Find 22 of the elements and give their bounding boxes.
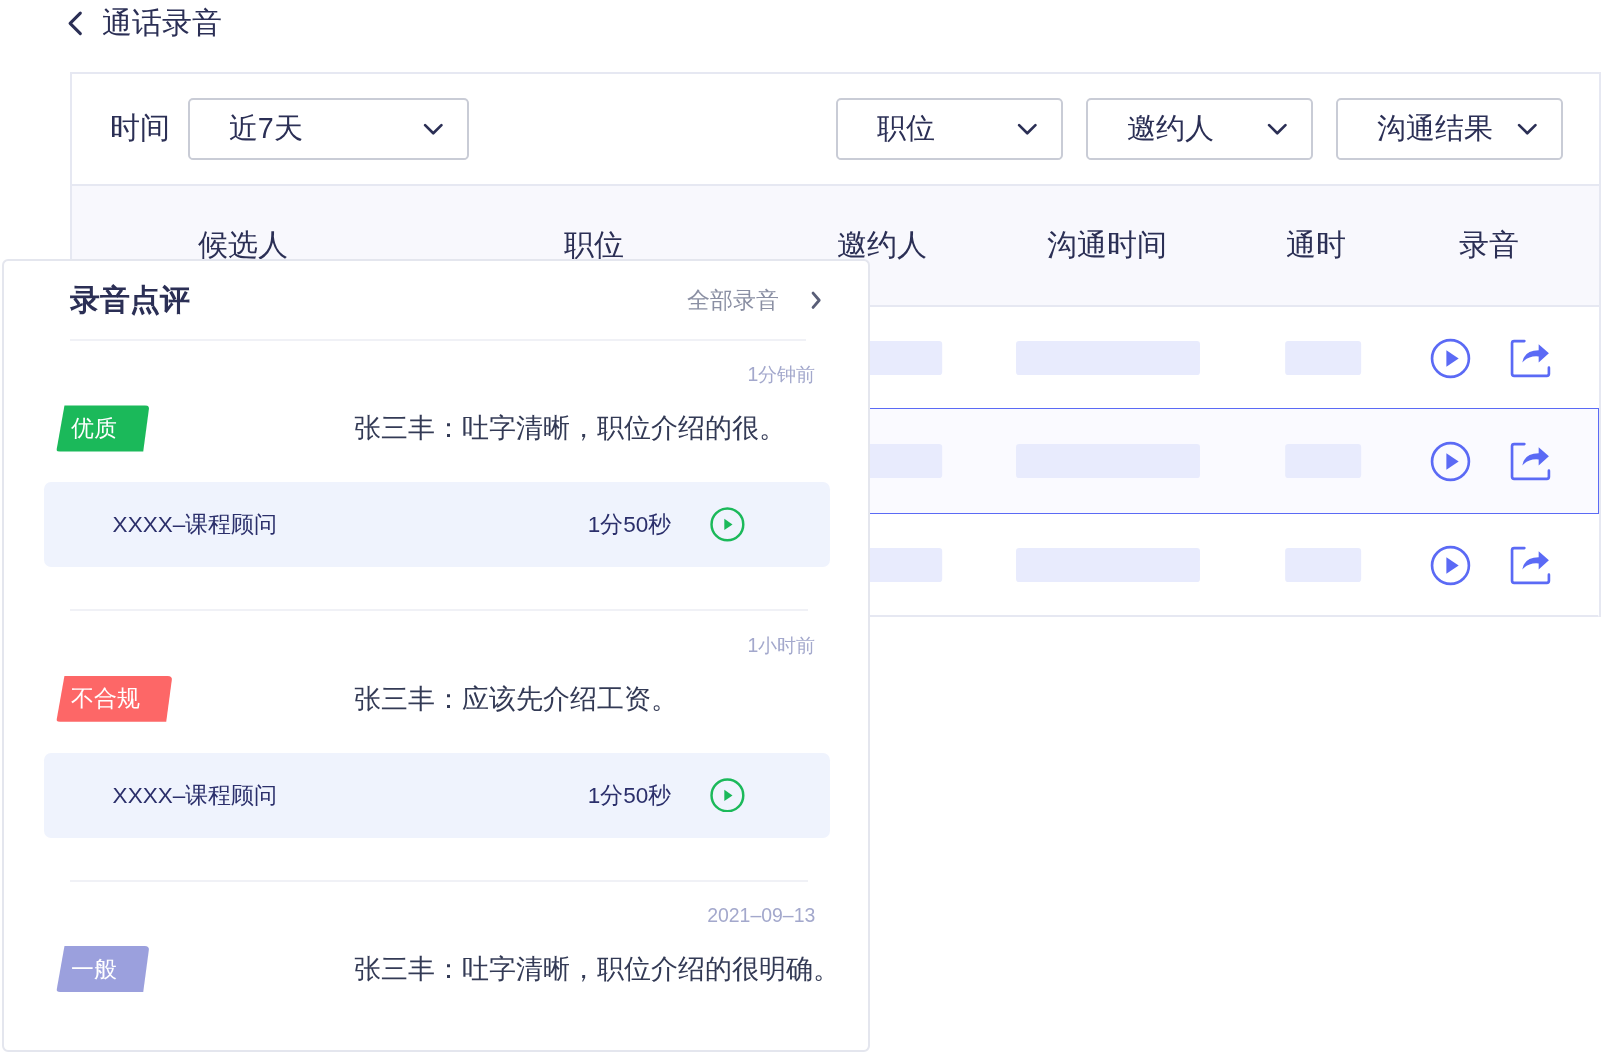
column-header: 邀约人 [836,227,927,264]
review-comment: 张三丰：吐字清晰，职位介绍的很。 [354,412,787,446]
audio-duration: 1分50秒 [587,511,673,540]
review-comment: 张三丰：应该先介绍工资。 [354,682,679,716]
column-header: 沟通时间 [1047,227,1168,264]
audio-duration: 1分50秒 [587,781,673,810]
page-title: 通话录音 [102,5,223,42]
column-header: 录音 [1459,227,1520,264]
timestamp: 2021–09–13 [706,903,816,928]
column-header: 通时 [1286,227,1346,264]
column-header: 候选人 [197,227,288,264]
review-comment: 张三丰：吐字清晰，职位介绍的很明确。 [354,953,841,987]
timestamp: 1小时前 [746,632,816,658]
timestamp: 1分钟前 [746,362,816,387]
audio-title: XXXX–课程顾问 [112,781,279,810]
column-header: 职位 [563,227,624,264]
filter-label: 时间 [109,110,170,147]
rating-tag: 不合规 [56,675,173,722]
panel-title: 录音点评 [69,281,191,318]
rating-tag: 一般 [56,946,150,993]
rating-tag: 优质 [56,405,150,452]
audio-title: XXXX–课程顾问 [112,511,279,540]
